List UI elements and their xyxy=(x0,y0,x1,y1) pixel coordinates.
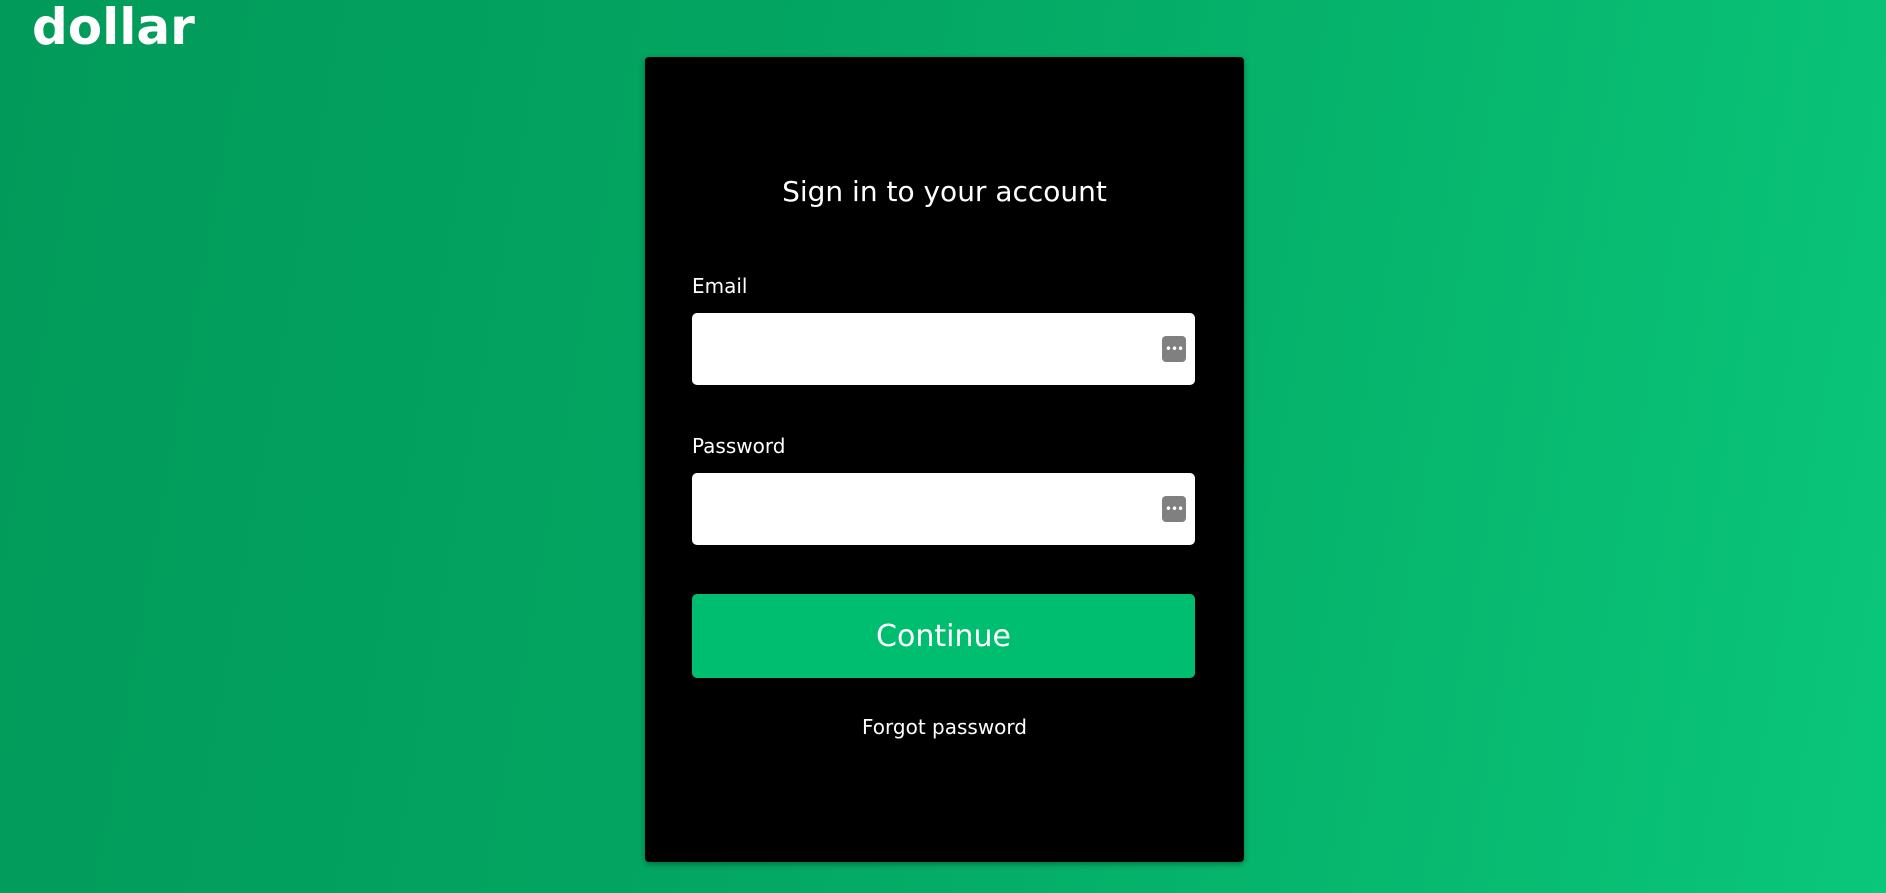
password-manager-icon[interactable]: ••• xyxy=(1162,496,1186,522)
page-title: Sign in to your account xyxy=(782,175,1107,208)
forgot-password-link[interactable]: Forgot password xyxy=(645,715,1244,739)
password-manager-icon[interactable]: ••• xyxy=(1162,336,1186,362)
email-input[interactable] xyxy=(692,313,1195,385)
brand-logo: dollar xyxy=(32,0,195,56)
email-label: Email xyxy=(692,274,748,298)
login-card: Sign in to your account Email ••• Passwo… xyxy=(645,57,1244,862)
continue-button[interactable]: Continue xyxy=(692,594,1195,678)
password-label: Password xyxy=(692,434,786,458)
password-input[interactable] xyxy=(692,473,1195,545)
